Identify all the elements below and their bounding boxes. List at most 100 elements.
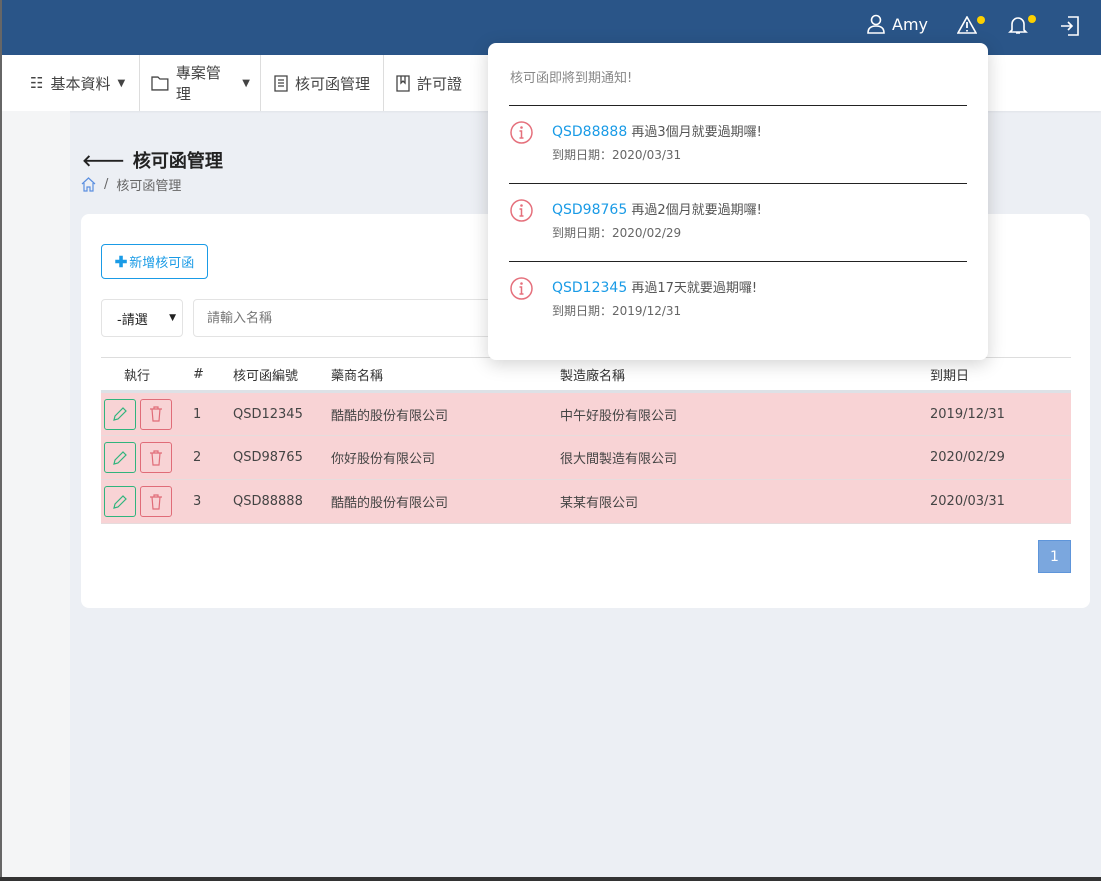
expiry-notification-popup: 核可函即將到期通知! QSD88888 再過3個月就要過期囉! 到期日期：202… [488, 43, 988, 360]
taskbar-edge [0, 877, 1101, 881]
divider [509, 183, 967, 184]
trash-icon [150, 449, 162, 466]
logout-icon [1061, 16, 1079, 36]
notification-code[interactable]: QSD88888 [552, 124, 627, 140]
notification-message: 再過17天就要過期囉! [631, 281, 758, 296]
nav-label: 許可證 [417, 74, 463, 93]
row-code: QSD98765 [233, 435, 331, 480]
row-index: 1 [193, 391, 233, 436]
notification-date: 到期日期：2020/03/31 [552, 148, 682, 162]
row-maker: 很大間製造有限公司 [560, 435, 930, 480]
header-action: 執行 [101, 357, 193, 393]
row-actions [101, 391, 193, 436]
edit-button[interactable] [104, 442, 136, 473]
header-expiry: 到期日 [930, 357, 1071, 393]
row-pharma: 酷酷的股份有限公司 [331, 391, 560, 436]
nav-item-projects[interactable]: 專案管理 ▼ [140, 55, 261, 111]
row-pharma: 酷酷的股份有限公司 [331, 479, 560, 524]
row-code: QSD12345 [233, 391, 331, 436]
header-code: 核可函編號 [233, 357, 331, 393]
table-header: 執行 # 核可函編號 藥商名稱 製造廠名稱 到期日 [101, 357, 1071, 393]
nav-item-basic-data[interactable]: ☷ 基本資料 ▼ [2, 55, 140, 111]
header-index: # [193, 357, 233, 393]
page-title: 🡐 核可函管理 [82, 147, 223, 173]
row-maker: 某某有限公司 [560, 479, 930, 524]
pencil-icon [113, 494, 127, 509]
info-icon [510, 199, 533, 222]
popup-title: 核可函即將到期通知! [510, 71, 633, 86]
add-approval-letter-button[interactable]: ✚ 新增核可函 [101, 244, 208, 279]
delete-button[interactable] [140, 398, 172, 430]
row-index: 2 [193, 435, 233, 480]
select-value: -請選 [117, 312, 148, 328]
nav-item-licenses[interactable]: 許可證 [384, 55, 504, 111]
table-row: 3 QSD88888 酷酷的股份有限公司 某某有限公司 2020/03/31 [101, 479, 1071, 524]
info-icon [510, 121, 533, 144]
row-actions [101, 435, 193, 480]
divider [509, 261, 967, 262]
table-row: 1 QSD12345 酷酷的股份有限公司 中午好股份有限公司 2019/12/3… [101, 391, 1071, 436]
warning-icon [957, 16, 977, 34]
nav-label: 專案管理 [175, 64, 221, 103]
breadcrumb: / 核可函管理 [81, 175, 181, 194]
caret-down-icon: ▼ [169, 313, 176, 323]
caret-down-icon: ▼ [117, 77, 126, 89]
row-index: 3 [193, 479, 233, 524]
book-icon [396, 74, 410, 92]
plus-icon: ✚ [114, 253, 128, 271]
header-maker: 製造廠名稱 [560, 357, 930, 393]
notification-date: 到期日期：2020/02/29 [552, 226, 682, 240]
delete-button[interactable] [140, 442, 172, 473]
document-icon [274, 74, 288, 92]
notification-item[interactable]: QSD12345 再過17天就要過期囉! 到期日期：2019/12/31 [510, 277, 757, 319]
row-expiry: 2020/03/31 [930, 479, 1071, 524]
user-name: Amy [892, 14, 928, 34]
breadcrumb-current: 核可函管理 [116, 179, 182, 194]
home-icon[interactable] [81, 177, 96, 192]
row-pharma: 你好股份有限公司 [331, 435, 560, 480]
notification-code[interactable]: QSD12345 [552, 280, 627, 296]
trash-icon [150, 493, 162, 510]
list-icon: ☷ [30, 74, 44, 92]
row-expiry: 2019/12/31 [930, 391, 1071, 436]
logout-button[interactable] [1060, 16, 1080, 36]
nav-label: 基本資料 [50, 74, 111, 93]
table-row: 2 QSD98765 你好股份有限公司 很大間製造有限公司 2020/02/29 [101, 435, 1071, 480]
nav-label: 核可函管理 [295, 74, 371, 93]
back-arrow-icon[interactable]: 🡐 [82, 150, 125, 170]
sidebar [0, 111, 70, 881]
row-code: QSD88888 [233, 479, 331, 524]
page-title-text: 核可函管理 [132, 151, 223, 172]
warning-badge [977, 16, 985, 24]
notification-item[interactable]: QSD98765 再過2個月就要過期囉! 到期日期：2020/02/29 [510, 199, 762, 241]
pagination-page-1[interactable]: 1 [1038, 540, 1071, 573]
caret-down-icon: ▼ [242, 77, 250, 89]
category-select[interactable]: -請選 ▼ [101, 299, 183, 337]
row-maker: 中午好股份有限公司 [560, 391, 930, 436]
edit-button[interactable] [104, 398, 136, 430]
header-pharma: 藥商名稱 [331, 357, 560, 393]
delete-button[interactable] [140, 486, 172, 517]
notification-message: 再過3個月就要過期囉! [631, 125, 762, 140]
add-button-label: 新增核可函 [129, 255, 195, 270]
row-actions [101, 479, 193, 524]
notification-message: 再過2個月就要過期囉! [631, 203, 762, 218]
nav-item-approval-letters[interactable]: 核可函管理 [261, 55, 384, 111]
folder-icon [151, 75, 169, 91]
row-expiry: 2020/02/29 [930, 435, 1071, 480]
notification-button[interactable] [1008, 15, 1036, 35]
pencil-icon [113, 450, 127, 465]
notification-badge [1028, 15, 1036, 23]
user-menu[interactable]: Amy [866, 14, 928, 34]
warning-button[interactable] [957, 16, 985, 34]
pencil-icon [113, 407, 127, 421]
edit-button[interactable] [104, 486, 136, 517]
trash-icon [150, 406, 162, 422]
breadcrumb-separator: / [104, 177, 109, 192]
notification-item[interactable]: QSD88888 再過3個月就要過期囉! 到期日期：2020/03/31 [510, 121, 762, 163]
notification-date: 到期日期：2019/12/31 [552, 304, 682, 318]
approval-letter-table: 執行 # 核可函編號 藥商名稱 製造廠名稱 到期日 1 QSD12345 酷酷的… [101, 357, 1071, 524]
user-icon [867, 14, 885, 34]
notification-code[interactable]: QSD98765 [552, 202, 627, 218]
bell-icon [1008, 17, 1028, 34]
